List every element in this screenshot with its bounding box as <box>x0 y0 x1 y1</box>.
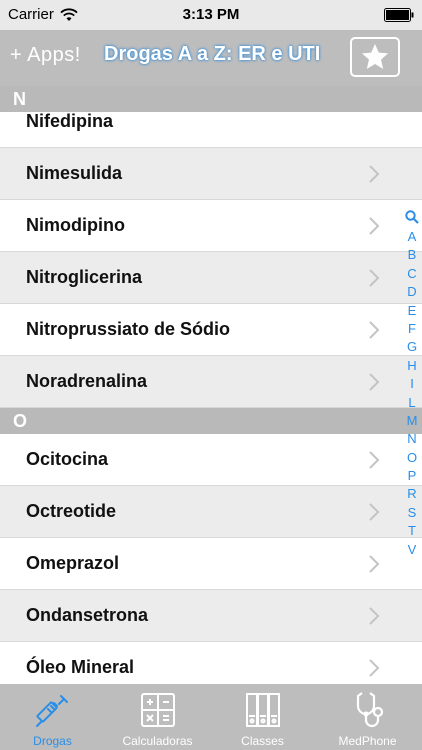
index-letter[interactable]: B <box>408 246 417 264</box>
apps-button[interactable]: + Apps! <box>10 44 81 67</box>
chevron-right-icon <box>369 321 380 339</box>
tab-label: Drogas <box>33 734 72 748</box>
tab-label: MedPhone <box>338 734 397 748</box>
chevron-right-icon <box>369 503 380 521</box>
list-item-label: Nimesulida <box>26 163 123 183</box>
chevron-right-icon <box>369 165 380 183</box>
list-item-label: Noradrenalina <box>26 371 148 391</box>
index-letter[interactable]: D <box>407 283 416 301</box>
list-item[interactable]: Ondansetrona <box>0 590 422 642</box>
section-header-n-sticky: N <box>0 86 422 112</box>
list-item[interactable]: Ocitocina <box>0 434 422 486</box>
chevron-right-icon <box>369 555 380 573</box>
navigation-bar: + Apps! Drogas A a Z: ER e UTI <box>0 30 422 86</box>
list-item-label: Nimodipino <box>26 215 125 235</box>
tab-bar: Drogas Calculadoras Classes MedPhone <box>0 684 422 750</box>
favorites-button[interactable] <box>350 37 400 77</box>
status-time: 3:13 PM <box>182 6 240 23</box>
index-letter[interactable]: R <box>407 485 416 503</box>
section-index[interactable]: A B C D E F G H I L M N O P R S T V <box>402 210 422 559</box>
list-item-label: Ocitocina <box>26 449 109 469</box>
list-item-label: Nitroprussiato de Sódio <box>26 319 231 339</box>
list-item[interactable]: Noradrenalina <box>0 356 422 408</box>
stethoscope-icon <box>356 692 383 728</box>
tab-classes[interactable]: Classes <box>210 684 315 750</box>
index-letter[interactable]: S <box>408 504 417 522</box>
tab-medphone[interactable]: MedPhone <box>315 684 420 750</box>
index-letter[interactable]: M <box>407 412 418 430</box>
tab-label: Calculadoras <box>122 734 193 748</box>
tab-label: Classes <box>241 734 284 748</box>
list-item-label: Nifedipina <box>26 111 114 131</box>
index-letter[interactable]: G <box>407 338 417 356</box>
index-letter[interactable]: I <box>410 375 414 393</box>
index-letter[interactable]: F <box>408 320 416 338</box>
list-item[interactable]: Octreotide <box>0 486 422 538</box>
index-letter[interactable]: L <box>408 394 415 412</box>
binders-icon <box>245 693 280 727</box>
index-letter[interactable]: E <box>408 302 417 320</box>
index-letter[interactable]: T <box>408 522 416 540</box>
search-icon[interactable] <box>405 210 419 224</box>
battery-icon <box>384 8 414 22</box>
list-item[interactable]: Nimesulida <box>0 148 422 200</box>
chevron-right-icon <box>369 269 380 287</box>
page-title: Drogas A a Z: ER e UTI <box>104 43 321 65</box>
index-letter[interactable]: V <box>408 541 417 559</box>
index-letter[interactable]: A <box>408 228 417 246</box>
chevron-right-icon <box>369 217 380 235</box>
drug-list[interactable]: N Nifedipina N Nimesulida Nimodipino Nit… <box>0 86 422 684</box>
list-item[interactable]: Óleo Mineral <box>0 642 422 684</box>
chevron-right-icon <box>369 607 380 625</box>
index-letter[interactable]: P <box>408 467 417 485</box>
star-icon <box>362 44 388 69</box>
tab-drogas[interactable]: Drogas <box>0 684 105 750</box>
list-item-label: Omeprazol <box>26 553 120 573</box>
tab-calculadoras[interactable]: Calculadoras <box>105 684 210 750</box>
list-item[interactable]: Nitroglicerina <box>0 252 422 304</box>
index-letter[interactable]: C <box>407 265 416 283</box>
syringe-icon <box>35 695 68 727</box>
list-item-label: Octreotide <box>26 501 117 521</box>
list-item[interactable]: Omeprazol <box>0 538 422 590</box>
list-item-label: Óleo Mineral <box>26 657 135 677</box>
list-item-label: Nitroglicerina <box>26 267 143 287</box>
index-letter[interactable]: N <box>407 430 416 448</box>
chevron-right-icon <box>369 451 380 469</box>
list-item[interactable]: Nimodipino <box>0 200 422 252</box>
calculator-icon <box>140 693 175 727</box>
list-item[interactable]: Nitroprussiato de Sódio <box>0 304 422 356</box>
chevron-right-icon <box>369 659 380 677</box>
status-bar: Carrier 3:13 PM <box>0 0 422 30</box>
index-letter[interactable]: H <box>407 357 416 375</box>
section-header-o: O <box>0 408 422 434</box>
chevron-right-icon <box>369 373 380 391</box>
list-item-label: Ondansetrona <box>26 605 149 625</box>
index-letter[interactable]: O <box>407 449 417 467</box>
